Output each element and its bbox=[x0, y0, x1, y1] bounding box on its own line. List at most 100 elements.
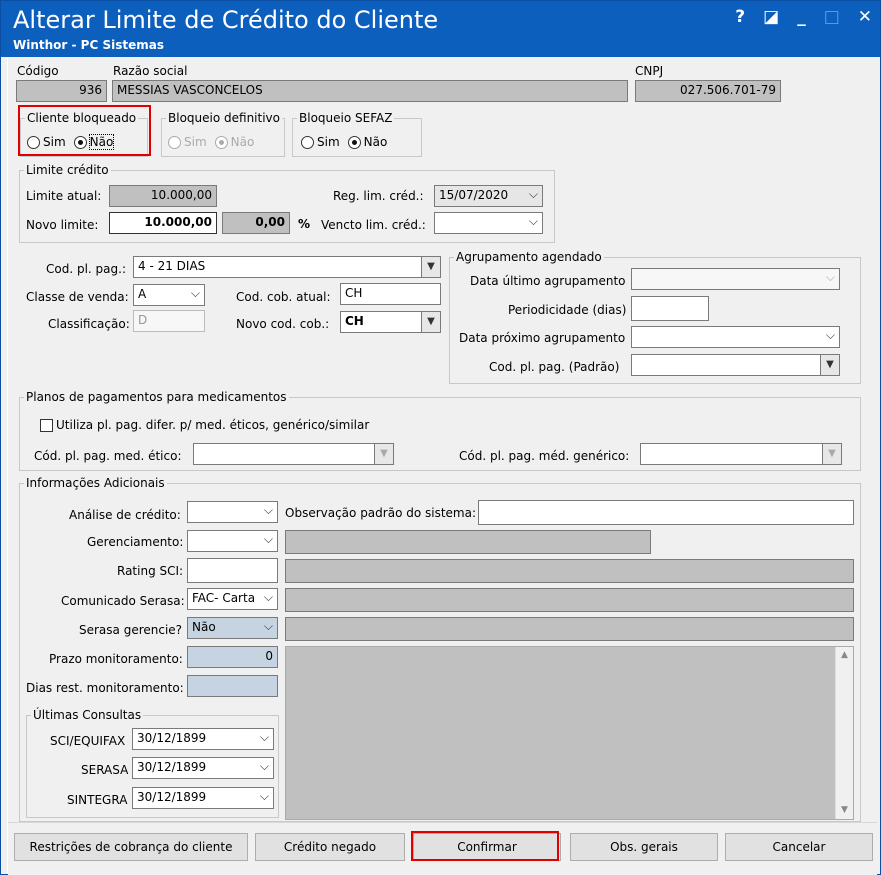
dias-rest-monitoramento-field[interactable] bbox=[187, 675, 278, 697]
radio-circle-selected bbox=[214, 135, 228, 149]
cod-pl-pag-etico-dropdown[interactable]: ▼ bbox=[193, 443, 394, 465]
chevron-down-icon: ⌵ bbox=[259, 730, 269, 744]
reg-lim-cred-label: Reg. lim. créd.: bbox=[333, 189, 424, 203]
bloqueio-sefaz-nao-radio[interactable]: Não bbox=[347, 135, 387, 149]
cnpj-field[interactable]: 027.506.701-79 bbox=[635, 80, 781, 102]
chevron-down-icon: ⌵ bbox=[825, 328, 835, 342]
window-controls: ? ◪ _ □ ✕ bbox=[735, 7, 872, 27]
cliente-bloqueado-sim-radio[interactable]: Sim bbox=[27, 135, 66, 149]
dropdown-arrow-icon: ▼ bbox=[374, 444, 393, 464]
agrupamento-legend: Agrupamento agendado bbox=[456, 250, 602, 264]
percent-sign: % bbox=[298, 217, 311, 231]
limite-credito-legend: Limite crédito bbox=[26, 163, 109, 177]
novo-limite-field[interactable]: 10.000,00 bbox=[109, 212, 217, 234]
sci-equifax-dropdown[interactable]: 30/12/1899 ⌵ bbox=[132, 728, 274, 750]
reg-lim-cred-dropdown[interactable]: 15/07/2020 ⌵ bbox=[434, 185, 543, 207]
credito-negado-button[interactable]: Crédito negado bbox=[255, 833, 405, 861]
analise-credito-label: Análise de crédito: bbox=[69, 508, 181, 522]
novo-cod-cob-dropdown[interactable]: CH ▼ bbox=[340, 311, 441, 333]
serasa-gerencie-info-field bbox=[285, 617, 854, 641]
informacoes-adicionais-legend: Informações Adicionais bbox=[26, 476, 165, 490]
title-bar[interactable]: Alterar Limite de Crédito do Cliente Win… bbox=[1, 1, 880, 57]
medicamentos-legend: Planos de pagamentos para medicamentos bbox=[26, 390, 287, 404]
serasa-label: SERASA bbox=[81, 763, 129, 777]
button-bar: Restrições de cobrança do cliente Crédit… bbox=[8, 822, 877, 875]
vencto-lim-cred-dropdown[interactable]: ⌵ bbox=[434, 212, 543, 234]
dropdown-arrow-icon: ▼ bbox=[421, 312, 440, 332]
obs-gerais-button[interactable]: Obs. gerais bbox=[570, 833, 718, 861]
maximize-icon: □ bbox=[823, 7, 840, 27]
prazo-monitoramento-label: Prazo monitoramento: bbox=[49, 652, 183, 666]
comunicado-serasa-label: Comunicado Serasa: bbox=[61, 594, 185, 608]
observacao-padrao-field[interactable] bbox=[478, 500, 854, 525]
chevron-down-icon: ⌵ bbox=[528, 214, 538, 228]
minimize-icon[interactable]: _ bbox=[797, 7, 806, 27]
chevron-down-icon: ⌵ bbox=[528, 187, 538, 201]
restore-icon[interactable]: ◪ bbox=[763, 7, 779, 27]
window-title: Alterar Limite de Crédito do Cliente bbox=[13, 6, 439, 34]
cod-pl-pag-etico-label: Cód. pl. pag. med. ético: bbox=[34, 449, 182, 463]
radio-circle bbox=[168, 135, 181, 149]
rating-sci-label: Rating SCI: bbox=[117, 564, 184, 578]
novo-limite-label: Novo limite: bbox=[26, 218, 99, 232]
serasa-gerencie-label: Serasa gerencie? bbox=[79, 623, 183, 637]
cod-pl-pag-dropdown[interactable]: 4 - 21 DIAS ▼ bbox=[133, 256, 441, 278]
cod-cob-atual-label: Cod. cob. atual: bbox=[236, 290, 331, 304]
cnpj-label: CNPJ bbox=[635, 64, 664, 78]
bloqueio-sefaz-sim-radio[interactable]: Sim bbox=[301, 135, 340, 149]
codigo-field[interactable]: 936 bbox=[16, 80, 107, 102]
gerenciamento-dropdown[interactable]: ⌵ bbox=[187, 530, 278, 552]
dialog-window: Alterar Limite de Crédito do Cliente Win… bbox=[0, 0, 881, 875]
cod-cob-atual-field[interactable]: CH bbox=[340, 283, 441, 305]
rating-sci-info-field bbox=[285, 559, 854, 583]
cod-pl-pag-generico-dropdown[interactable]: ▼ bbox=[640, 443, 842, 465]
classificacao-label: Classificação: bbox=[48, 317, 130, 331]
prazo-monitoramento-field[interactable]: 0 bbox=[187, 646, 278, 668]
serasa-gerencie-dropdown[interactable]: Não ⌵ bbox=[187, 617, 278, 639]
utiliza-pl-pag-checkbox[interactable]: Utiliza pl. pag. difer. p/ med. éticos, … bbox=[40, 418, 369, 432]
sintegra-dropdown[interactable]: 30/12/1899 ⌵ bbox=[132, 787, 274, 809]
radio-circle bbox=[27, 135, 40, 149]
memo-scrollbar[interactable]: ▲ ▼ bbox=[835, 647, 853, 819]
serasa-dropdown[interactable]: 30/12/1899 ⌵ bbox=[132, 757, 274, 779]
bloqueio-definitivo-legend: Bloqueio definitivo bbox=[168, 111, 280, 125]
cod-pl-pag-label: Cod. pl. pag.: bbox=[46, 262, 126, 276]
periodicidade-field[interactable] bbox=[631, 296, 709, 321]
periodicidade-label: Periodicidade (dias) bbox=[508, 303, 627, 317]
cliente-bloqueado-legend: Cliente bloqueado bbox=[27, 111, 137, 125]
sintegra-label: SINTEGRA bbox=[67, 793, 128, 807]
radio-circle-selected bbox=[73, 135, 87, 149]
restricoes-cobranca-button[interactable]: Restrições de cobrança do cliente bbox=[14, 833, 248, 861]
cliente-bloqueado-group: Cliente bloqueado Sim Não bbox=[20, 111, 148, 157]
bloqueio-sefaz-legend: Bloqueio SEFAZ bbox=[299, 111, 393, 125]
checkbox-box bbox=[40, 419, 53, 432]
close-icon[interactable]: ✕ bbox=[858, 7, 872, 27]
comunicado-serasa-info-field bbox=[285, 588, 854, 612]
scroll-down-icon[interactable]: ▼ bbox=[836, 802, 853, 819]
cancelar-button[interactable]: Cancelar bbox=[725, 833, 873, 861]
bloqueio-sefaz-group: Bloqueio SEFAZ Sim Não bbox=[292, 111, 422, 157]
chevron-down-icon: ⌵ bbox=[259, 789, 269, 803]
comunicado-serasa-dropdown[interactable]: FAC- Carta ⌵ bbox=[187, 588, 278, 610]
razao-social-field[interactable]: MESSIAS VASCONCELOS bbox=[112, 80, 628, 102]
confirmar-button[interactable]: Confirmar bbox=[413, 833, 561, 861]
cod-pl-pag-padrao-dropdown[interactable]: ▼ bbox=[631, 354, 840, 376]
gerenciamento-label: Gerenciamento: bbox=[87, 535, 184, 549]
classe-venda-dropdown[interactable]: A ⌵ bbox=[133, 284, 205, 306]
data-proximo-agrupamento-label: Data próximo agrupamento bbox=[459, 331, 626, 345]
percent-field[interactable]: 0,00 bbox=[222, 212, 290, 234]
rating-sci-field[interactable] bbox=[187, 558, 278, 583]
observacao-memo[interactable]: ▲ ▼ bbox=[285, 646, 854, 820]
classe-venda-label: Classe de venda: bbox=[26, 290, 129, 304]
scroll-up-icon[interactable]: ▲ bbox=[836, 647, 853, 664]
cod-pl-pag-padrao-label: Cod. pl. pag. (Padrão) bbox=[489, 360, 620, 374]
chevron-down-icon: ⌵ bbox=[263, 619, 273, 633]
bloqueio-definitivo-sim-radio: Sim bbox=[168, 135, 207, 149]
help-icon[interactable]: ? bbox=[735, 7, 745, 27]
data-proximo-agrupamento-dropdown[interactable]: ⌵ bbox=[631, 326, 840, 348]
analise-credito-dropdown[interactable]: ⌵ bbox=[187, 501, 278, 523]
chevron-down-icon: ⌵ bbox=[259, 759, 269, 773]
cliente-bloqueado-nao-radio[interactable]: Não bbox=[73, 134, 115, 150]
dropdown-arrow-icon: ▼ bbox=[421, 257, 440, 277]
limite-atual-field[interactable]: 10.000,00 bbox=[109, 185, 217, 207]
